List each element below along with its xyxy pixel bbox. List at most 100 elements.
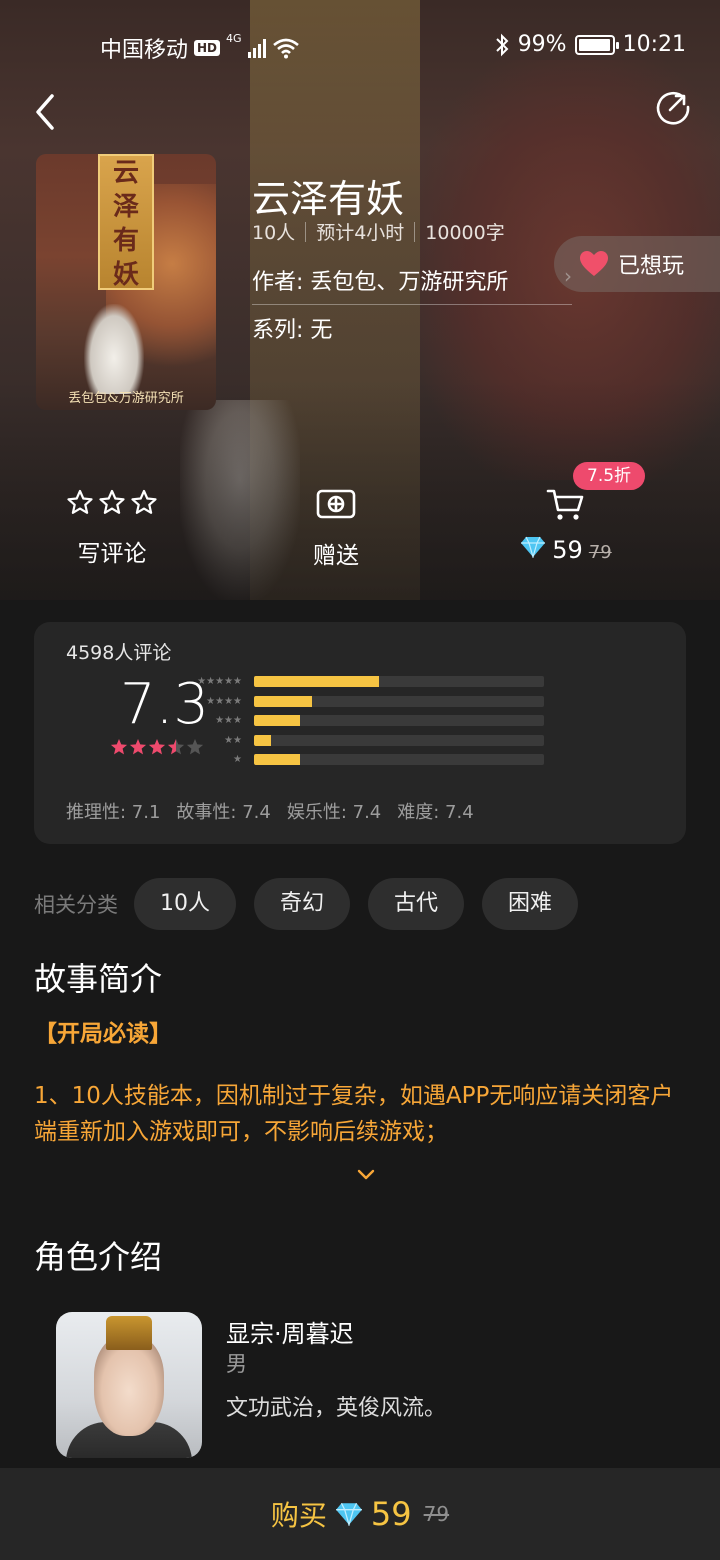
cart-icon: [546, 489, 584, 520]
hd-icon: HD: [194, 40, 221, 56]
character-avatar[interactable]: [56, 1312, 202, 1458]
category-tags: 相关分类 10人 奇幻 古代 困难: [34, 878, 579, 930]
buy-label: 购买: [270, 1499, 327, 1532]
author-text: 作者: 丢包包、万游研究所: [252, 270, 509, 295]
carrier-name: 中国移动: [100, 38, 189, 63]
buy-price-now: 59: [370, 1495, 412, 1533]
script-cover[interactable]: 云 泽 有 妖 丢包包&万游研究所: [36, 154, 216, 410]
rating-bar-row: ★★: [184, 731, 544, 751]
duration: 预计4小时: [316, 222, 405, 244]
want-to-play-button[interactable]: 已想玩: [554, 236, 720, 292]
rating-bar-track: [254, 754, 544, 766]
rating-bar-track: [254, 715, 544, 727]
cart-button[interactable]: 59 79: [486, 488, 646, 564]
clock: 10:21: [622, 32, 686, 57]
bluetooth-icon: [495, 33, 509, 56]
tag-chip[interactable]: 10人: [134, 878, 236, 930]
characters-heading: 角色介绍: [34, 1238, 163, 1276]
signal-icon: [247, 38, 266, 58]
discount-badge: 7.5折: [573, 462, 646, 490]
author-link[interactable]: 作者: 丢包包、万游研究所 ›: [252, 264, 572, 305]
want-to-play-label: 已想玩: [618, 254, 685, 279]
rating-bar-track: [254, 676, 544, 688]
cover-banner-char: 妖: [112, 260, 139, 290]
rating-star-icon: [110, 739, 128, 755]
rating-bar-row: ★★★★: [184, 692, 544, 712]
gift-button[interactable]: 赠送: [256, 488, 416, 570]
review-count: 4598人评论: [66, 642, 172, 664]
dim-reasoning: 推理性: 7.1: [66, 802, 161, 823]
rating-dimensions: 推理性: 7.1 故事性: 7.4 娱乐性: 7.4 难度: 7.4: [66, 798, 474, 824]
synopsis-heading: 故事简介: [34, 960, 163, 998]
rating-bar-fill: [254, 734, 272, 746]
rating-bar-track: [254, 695, 544, 707]
wifi-icon: [272, 38, 299, 59]
heart-icon: [580, 251, 608, 276]
rating-bar-fill: [254, 715, 301, 727]
cover-banner-char: 云: [112, 158, 139, 188]
cover-banner-char: 泽: [112, 192, 139, 222]
cart-price: 59 79: [486, 536, 646, 564]
rating-bar-row: ★★★: [184, 711, 544, 731]
must-read-label: 【开局必读】: [34, 1021, 172, 1047]
avatar-face: [94, 1336, 164, 1436]
battery-percent: 99%: [517, 32, 567, 57]
rating-bar-fill: [254, 676, 379, 688]
status-bar: 中国移动 HD 4G 99% 10:21: [0, 28, 720, 64]
gift-label: 赠送: [313, 543, 359, 569]
star-outline-icon: [67, 489, 157, 514]
character-gender: 男: [226, 1352, 247, 1376]
dim-fun: 娱乐性: 7.4: [286, 802, 382, 823]
mini-stars-icon: ★★★★★: [197, 676, 242, 688]
rating-distribution: ★★★★★ ★★★★ ★★★ ★★ ★: [184, 672, 544, 770]
divider: [305, 221, 307, 242]
price-now: 59: [552, 536, 583, 564]
diamond-icon: [335, 1502, 362, 1526]
diamond-icon: [521, 536, 546, 558]
share-icon[interactable]: [654, 88, 692, 126]
dim-story: 故事性: 7.4: [176, 802, 271, 823]
tags-label: 相关分类: [34, 893, 118, 917]
rating-star-icon: [167, 739, 185, 755]
battery-icon: [574, 34, 619, 55]
write-review-label: 写评论: [77, 541, 147, 567]
price-old: 79: [588, 542, 612, 563]
tag-chip[interactable]: 奇幻: [254, 878, 351, 930]
buy-button[interactable]: 购买 59 79: [0, 1468, 720, 1560]
buy-price-old: 79: [423, 1502, 450, 1526]
cover-caption: 丢包包&万游研究所: [68, 391, 184, 406]
cover-banner: 云 泽 有 妖: [98, 154, 154, 290]
cover-rabbit: [84, 304, 144, 394]
synopsis-text: 1、10人技能本，因机制过于复杂，如遇APP无响应请关闭客户端重新加入游戏即可，…: [34, 1083, 674, 1145]
word-count: 10000字: [425, 222, 505, 244]
avatar-crown: [106, 1316, 152, 1350]
back-arrow-icon[interactable]: [28, 92, 68, 132]
rating-bar-track: [254, 734, 544, 746]
gift-icon: [316, 489, 356, 519]
tag-chip[interactable]: 困难: [482, 878, 579, 930]
rating-bar-fill: [254, 754, 301, 766]
tag-chip[interactable]: 古代: [368, 878, 465, 930]
player-count: 10人: [252, 222, 296, 244]
rating-card[interactable]: 4598人评论 7.3 ★★★★★ ★★★★ ★★★ ★★ ★ 推理性: 7.1 故事性…: [34, 622, 686, 844]
rating-star-icon: [148, 739, 166, 755]
cover-banner-char: 有: [112, 226, 139, 256]
write-review-button[interactable]: 写评论: [32, 488, 192, 568]
mini-stars-icon: ★: [233, 754, 242, 766]
series-text: 系列: 无: [252, 318, 333, 343]
chevron-down-icon[interactable]: [354, 1162, 378, 1186]
character-name: 显宗·周暮迟: [226, 1320, 354, 1348]
divider: [414, 221, 416, 242]
character-description: 文功武治，英俊风流。: [226, 1396, 447, 1421]
mini-stars-icon: ★★: [224, 734, 242, 746]
dim-difficulty: 难度: 7.4: [397, 802, 474, 823]
network-type: 4G: [226, 32, 242, 45]
mini-stars-icon: ★★★: [215, 715, 242, 727]
mini-stars-icon: ★★★★: [206, 695, 242, 707]
script-title: 云泽有妖: [252, 177, 405, 221]
rating-bar-row: ★★★★★: [184, 672, 544, 692]
script-meta: 10人 预计4小时 10000字: [252, 218, 505, 245]
rating-bar-fill: [254, 695, 312, 707]
rating-bar-row: ★: [184, 750, 544, 770]
rating-star-icon: [129, 739, 147, 755]
